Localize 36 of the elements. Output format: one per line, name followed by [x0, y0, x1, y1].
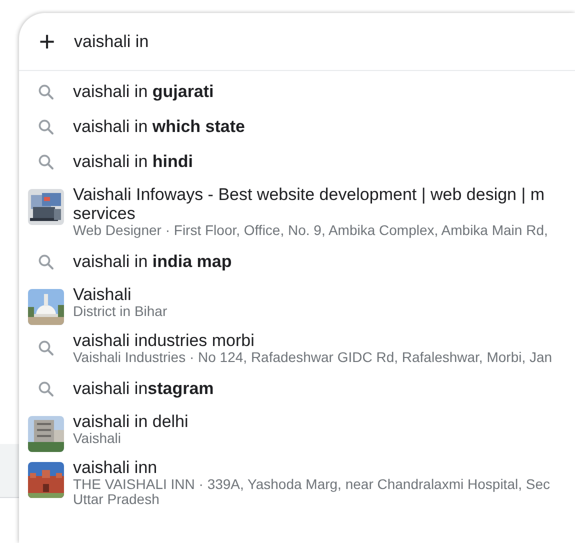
- suggestion-item[interactable]: vaishali inn THE VAISHALI INN · 339A, Yashoda Marg, near Chandralaxmi Hospital, Sec Uttar Pradesh: [19, 452, 575, 513]
- suggestion-text: vaishali in delhi: [73, 412, 188, 431]
- suggestion-item[interactable]: vaishali in delhi Vaishali: [19, 406, 575, 452]
- suggestion-detail: Vaishali Industries · No 124, Rafadeshwar GIDC Rd, Rafaleshwar, Morbi, Jan: [73, 350, 552, 365]
- suggestion-text: vaishali in hindi: [73, 152, 193, 171]
- suggestion-item[interactable]: vaishali in india map: [19, 244, 575, 279]
- search-icon: [38, 340, 54, 356]
- suggestion-text: vaishali in india map: [73, 252, 232, 271]
- suggestion-detail: THE VAISHALI INN · 339A, Yashoda Marg, near Chandralaxmi Hospital, Sec: [73, 477, 550, 492]
- search-icon: [38, 84, 54, 100]
- search-icon: [38, 154, 54, 170]
- suggestion-detail: Vaishali: [73, 431, 122, 446]
- suggestion-item[interactable]: Vaishali Infoways - Best website development | web design | m services Web Designer · First Floor, Office, No. 9, Ambika Complex, Ambika Main Rd,: [19, 179, 575, 244]
- page-background: [0, 444, 19, 498]
- add-button[interactable]: +: [38, 28, 56, 56]
- search-icon: [38, 254, 54, 270]
- suggestion-detail: Web Designer · First Floor, Office, No. 9, Ambika Complex, Ambika Main Rd,: [73, 223, 548, 238]
- suggestion-item[interactable]: vaishali industries morbi Vaishali Industries · No 124, Rafadeshwar GIDC Rd, Rafaleshwar, Morbi, Jan: [19, 325, 575, 371]
- suggestion-text: vaishali industries morbi: [73, 331, 256, 350]
- suggestion-item[interactable]: vaishali in which state: [19, 109, 575, 144]
- suggestion-text: vaishali inn: [73, 458, 158, 477]
- suggestion-detail: Uttar Pradesh: [73, 492, 160, 507]
- suggestion-text: Vaishali Infoways - Best website development | web design | m: [73, 185, 546, 204]
- suggestion-item[interactable]: vaishali in gujarati: [19, 74, 575, 109]
- suggestion-item[interactable]: vaishali in hindi: [19, 144, 575, 179]
- search-icon: [38, 380, 54, 396]
- suggestion-item[interactable]: vaishali instagram: [19, 371, 575, 406]
- suggestion-detail: District in Bihar: [73, 304, 168, 319]
- suggestion-text: services: [73, 204, 136, 223]
- suggestion-item[interactable]: Vaishali District in Bihar: [19, 279, 575, 325]
- suggestion-text: vaishali in which state: [73, 117, 245, 136]
- suggestion-text: Vaishali: [73, 285, 132, 304]
- search-field[interactable]: vaishali in: [74, 32, 374, 52]
- search-icon: [38, 118, 54, 134]
- suggestion-text: vaishali in gujarati: [73, 82, 214, 101]
- suggestion-text: vaishali instagram: [73, 379, 214, 398]
